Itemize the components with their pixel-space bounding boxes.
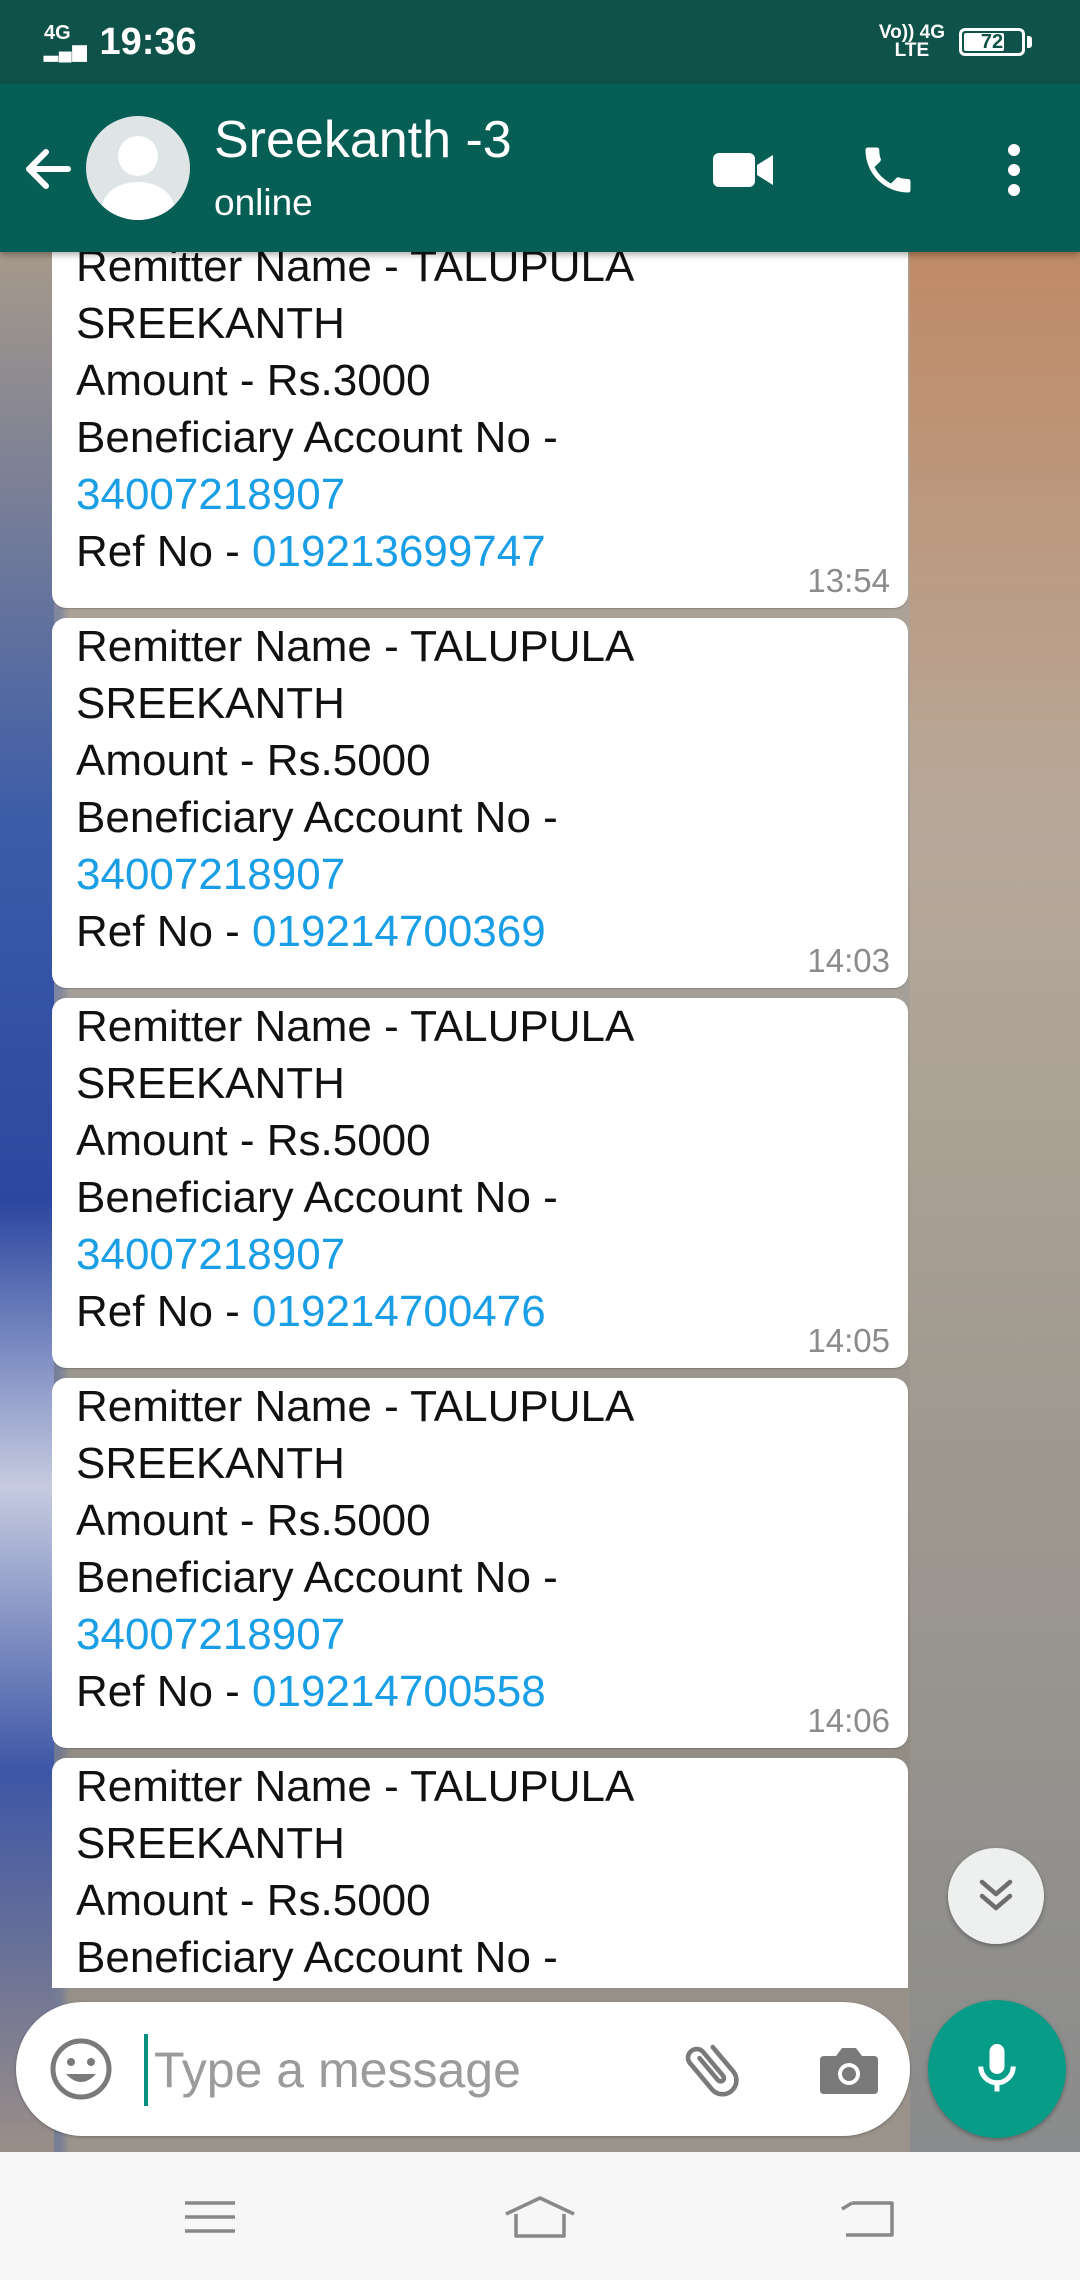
message-time: 14:06: [807, 1702, 890, 1739]
ref-number-link[interactable]: 019214700476: [252, 1287, 546, 1336]
account-number-link[interactable]: 34007218907: [76, 1226, 884, 1283]
battery-level: 72: [980, 30, 1004, 53]
remitter-line: Remitter Name - TALUPULA: [76, 1762, 635, 1811]
more-options-button[interactable]: [976, 132, 1052, 208]
ref-number-link[interactable]: 019214700369: [252, 907, 546, 956]
ref-line: Ref No - 019214700369: [76, 903, 884, 960]
attach-icon: [685, 2044, 739, 2097]
battery-tip: [1027, 36, 1032, 48]
message-list[interactable]: Remitter Name - TALUPULA SREEKANTH Amoun…: [52, 252, 908, 1988]
amount-line: Amount - Rs.5000: [76, 1496, 431, 1545]
beneficiary-label: Beneficiary Account No -: [76, 1173, 558, 1222]
emoji-button[interactable]: [44, 2032, 118, 2106]
beneficiary-label: Beneficiary Account No -: [76, 1553, 558, 1602]
remitter-name-cont: SREEKANTH: [76, 1439, 345, 1488]
contact-name[interactable]: Sreekanth -3: [214, 110, 512, 170]
back-arrow-icon: [26, 149, 71, 189]
message-bubble[interactable]: Remitter Name - TALUPULA SREEKANTH Amoun…: [52, 998, 908, 1368]
ref-label: Ref No -: [76, 1287, 253, 1336]
avatar[interactable]: [86, 116, 190, 220]
volte-indicator: Vo)) 4G LTE: [879, 23, 945, 61]
remitter-line: Remitter Name - TALUPULA: [76, 622, 635, 671]
camera-icon: [820, 2048, 878, 2094]
voice-call-icon: [865, 147, 911, 193]
voice-call-button[interactable]: [850, 132, 926, 208]
message-time: 14:05: [807, 1322, 890, 1359]
message-bubble[interactable]: Remitter Name - TALUPULA SREEKANTH Amoun…: [52, 618, 908, 988]
camera-button[interactable]: [812, 2032, 886, 2106]
default-avatar-icon: [102, 136, 174, 220]
scroll-to-bottom-button[interactable]: [948, 1848, 1044, 1944]
status-time: 19:36: [99, 20, 197, 63]
account-number-link[interactable]: 34007218907: [76, 466, 884, 523]
ref-line: Ref No - 019214700558: [76, 1663, 884, 1720]
ref-label: Ref No -: [76, 527, 253, 576]
remitter-line: Remitter Name - TALUPULA: [76, 1002, 635, 1051]
ref-number-link[interactable]: 019214700558: [252, 1667, 546, 1716]
more-options-icon: [1008, 144, 1020, 196]
ref-line: Ref No - 019213699747: [76, 523, 884, 580]
remitter-name-cont: SREEKANTH: [76, 1059, 345, 1108]
message-bubble[interactable]: Remitter Name - TALUPULA SREEKANTH Amoun…: [52, 1758, 908, 1988]
video-call-icon: [713, 153, 773, 187]
lte-label: LTE: [894, 40, 930, 61]
system-nav-bar: [0, 2152, 1080, 2280]
ref-label: Ref No -: [76, 1667, 253, 1716]
message-bubble[interactable]: Remitter Name - TALUPULA SREEKANTH Amoun…: [52, 1378, 908, 1748]
network-indicator: 4G ▂▄▆: [44, 23, 88, 61]
video-call-button[interactable]: [706, 132, 782, 208]
signal-icon: ▂▄▆: [44, 41, 88, 61]
chat-wallpaper: Remitter Name - TALUPULA SREEKANTH Amoun…: [0, 252, 1080, 2152]
status-bar: 4G ▂▄▆ 19:36 Vo)) 4G LTE 72: [0, 0, 1080, 84]
remitter-line: Remitter Name - TALUPULA: [76, 1382, 635, 1431]
back-icon: [841, 2201, 894, 2237]
ref-label: Ref No -: [76, 907, 253, 956]
remitter-name-cont: SREEKANTH: [76, 299, 345, 348]
voice-message-button[interactable]: [928, 2000, 1066, 2138]
ref-number-link[interactable]: 019213699747: [252, 527, 546, 576]
battery-icon: 72: [959, 28, 1025, 56]
amount-line: Amount - Rs.5000: [76, 736, 431, 785]
menu-icon: [185, 2201, 235, 2233]
message-bubble[interactable]: Remitter Name - TALUPULA SREEKANTH Amoun…: [52, 252, 908, 608]
chat-header: Sreekanth -3 online: [0, 84, 1080, 252]
mic-icon: [978, 2044, 1016, 2092]
message-input[interactable]: [144, 2034, 596, 2106]
beneficiary-label: Beneficiary Account No -: [76, 413, 558, 462]
emoji-icon: [50, 2038, 112, 2100]
beneficiary-label: Beneficiary Account No -: [76, 793, 558, 842]
remitter-name-cont: SREEKANTH: [76, 1819, 345, 1868]
amount-line: Amount - Rs.3000: [76, 356, 431, 405]
beneficiary-label: Beneficiary Account No -: [76, 1933, 558, 1982]
message-time: 14:03: [807, 942, 890, 979]
home-icon: [505, 2196, 575, 2238]
message-composer: [16, 2002, 910, 2136]
attach-button[interactable]: [676, 2032, 750, 2106]
recent-apps-button[interactable]: [160, 2182, 260, 2252]
amount-line: Amount - Rs.5000: [76, 1876, 431, 1925]
wallpaper-left: [0, 252, 54, 2152]
account-number-link[interactable]: 34007218907: [76, 846, 884, 903]
contact-status: online: [214, 182, 313, 223]
home-button[interactable]: [490, 2182, 590, 2252]
amount-line: Amount - Rs.5000: [76, 1116, 431, 1165]
back-button[interactable]: [14, 134, 84, 204]
account-number-link[interactable]: 34007218907: [76, 1606, 884, 1663]
remitter-name-cont: SREEKANTH: [76, 679, 345, 728]
back-nav-button[interactable]: [818, 2182, 918, 2252]
message-time: 13:54: [807, 562, 890, 599]
ref-line: Ref No - 019214700476: [76, 1283, 884, 1340]
chevron-double-down-icon: [979, 1879, 1013, 1911]
remitter-line: Remitter Name - TALUPULA: [76, 252, 635, 291]
